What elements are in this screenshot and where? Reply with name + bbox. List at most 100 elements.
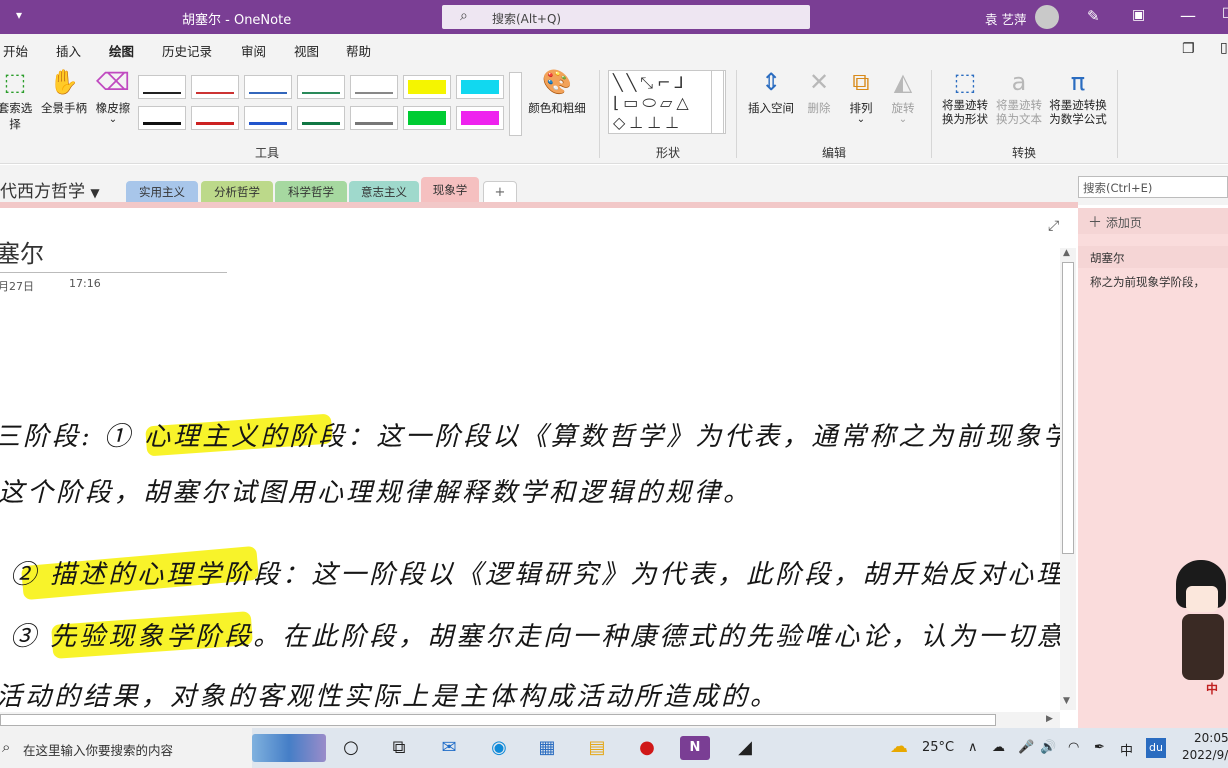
scroll-right-icon[interactable]: ▶ bbox=[1046, 714, 1053, 724]
ink-to-math-button[interactable]: π 将墨迹转换为数学公式 bbox=[1046, 68, 1110, 126]
mail-icon[interactable]: ✉ bbox=[436, 736, 462, 760]
taskbar-search[interactable]: ⌕ 在这里输入你要搜索的内容 bbox=[0, 728, 326, 768]
weather-temp[interactable]: 25°C bbox=[922, 740, 954, 755]
pen-tray-icon[interactable]: ✒ bbox=[1094, 740, 1105, 755]
volume-icon[interactable]: 🔊 bbox=[1040, 740, 1056, 755]
section-tab-analytic[interactable]: 分析哲学 bbox=[201, 181, 273, 203]
rotate-dropdown-icon: ⌄ bbox=[898, 114, 908, 125]
add-section-button[interactable]: + bbox=[483, 181, 517, 203]
eraser-button[interactable]: ⌫ 橡皮擦 ⌄ bbox=[92, 68, 134, 125]
quick-access-dropdown-icon[interactable]: ▾ bbox=[16, 8, 22, 22]
more-icon[interactable]: ▯ bbox=[1220, 40, 1228, 56]
user-name[interactable]: 袁 艺萍 bbox=[985, 9, 1026, 28]
vertical-scroll-thumb[interactable] bbox=[1062, 262, 1074, 554]
pen-black-thin[interactable] bbox=[138, 75, 186, 99]
pen-green-thin[interactable] bbox=[297, 75, 345, 99]
app-icon[interactable]: ◢ bbox=[732, 736, 758, 760]
microphone-icon[interactable]: 🎤 bbox=[1018, 740, 1034, 755]
ink-to-shape-button[interactable]: ⬚ 将墨迹转换为形状 bbox=[938, 68, 992, 126]
tray-expand-icon[interactable]: ∧ bbox=[968, 740, 978, 755]
page-list-item-preview[interactable]: 称之为前现象学阶段， bbox=[1078, 270, 1228, 292]
search-box[interactable]: ⌕ 搜索(Alt+Q) bbox=[442, 5, 810, 29]
page-canvas[interactable]: 塞尔 月27日 17:16 ⤢ 三阶段: ① 心理主义的阶段：这一阶段以《算数哲… bbox=[0, 208, 1060, 728]
tab-insert[interactable]: 插入 bbox=[56, 41, 81, 60]
tab-home[interactable]: 开始 bbox=[3, 41, 28, 60]
onedrive-icon[interactable]: ☁ bbox=[992, 740, 1005, 755]
pen-icon[interactable]: ✎ bbox=[1087, 7, 1100, 25]
wifi-icon[interactable]: ◠ bbox=[1068, 740, 1079, 755]
avatar[interactable] bbox=[1035, 5, 1059, 29]
pen-black-thick[interactable] bbox=[138, 106, 186, 130]
scroll-up-icon[interactable]: ▲ bbox=[1063, 248, 1070, 258]
shapes-gallery-scroll[interactable] bbox=[711, 70, 724, 134]
pen-blue-thick[interactable] bbox=[244, 106, 292, 130]
ime-indicator[interactable]: 中 bbox=[1120, 740, 1133, 759]
pen-gray-thick[interactable] bbox=[350, 106, 398, 130]
insert-space-button[interactable]: ⇕ 插入空间 bbox=[744, 68, 798, 116]
color-thickness-button[interactable]: 🎨 颜色和粗细 bbox=[524, 68, 590, 116]
pen-green-thick[interactable] bbox=[297, 106, 345, 130]
rotate-button[interactable]: ◭ 旋转 ⌄ bbox=[882, 68, 924, 125]
add-page-button[interactable]: ＋ 添加页 bbox=[1078, 208, 1228, 234]
edge-icon[interactable]: ◉ bbox=[486, 736, 512, 760]
expand-icon[interactable]: ⤢ bbox=[1048, 218, 1059, 234]
shapes-gallery[interactable]: ╲╲⤡⌐⅃ ⌊▭⬭▱△ ◇⊥⊥⊥ bbox=[608, 70, 726, 134]
highlighter-magenta[interactable] bbox=[456, 106, 504, 130]
plus-icon: ＋ bbox=[1088, 215, 1102, 231]
tab-draw[interactable]: 绘图 bbox=[109, 41, 135, 66]
store-icon[interactable]: ▦ bbox=[534, 736, 560, 760]
scroll-down-icon[interactable]: ▼ bbox=[1063, 696, 1070, 706]
palette-icon: 🎨 bbox=[542, 68, 572, 96]
minimize-icon[interactable]: — bbox=[1180, 6, 1196, 25]
clock-date[interactable]: 2022/9/ bbox=[1182, 748, 1228, 762]
horizontal-scrollbar[interactable]: ▶ bbox=[0, 712, 1060, 728]
weather-icon[interactable]: ☁ bbox=[890, 736, 908, 757]
lasso-select-button[interactable]: ⬚ 套索选择 bbox=[0, 68, 36, 132]
pan-hand-button[interactable]: ✋ 全景手柄 bbox=[38, 68, 90, 116]
pen-gallery-scroll[interactable] bbox=[509, 72, 522, 136]
section-tab-science[interactable]: 科学哲学 bbox=[275, 181, 347, 203]
section-tab-pragmatism[interactable]: 实用主义 bbox=[126, 181, 198, 203]
section-tab-phenomenology[interactable]: 现象学 bbox=[421, 177, 479, 203]
arrange-button[interactable]: ⧉ 排列 ⌄ bbox=[840, 68, 882, 125]
highlighter-green[interactable] bbox=[403, 106, 451, 130]
ink-line[interactable]: 活动的结果，对象的客观性实际上是主体构成活动所造成的。 bbox=[0, 676, 779, 713]
onenote-icon[interactable]: N bbox=[680, 736, 710, 760]
page-title[interactable]: 塞尔 bbox=[0, 234, 44, 269]
ink-line[interactable]: ③ 先验现象学阶段。在此阶段，胡塞尔走向一种康德式的先验唯心论，认为一切意识活动 bbox=[10, 616, 1060, 653]
highlighter-yellow[interactable] bbox=[403, 75, 451, 99]
ribbon-display-icon[interactable]: ▣ bbox=[1132, 7, 1145, 23]
tab-review[interactable]: 审阅 bbox=[241, 41, 266, 60]
insert-space-icon: ⇕ bbox=[760, 68, 782, 96]
tab-help[interactable]: 帮助 bbox=[346, 41, 371, 60]
section-group-name[interactable]: 代西方哲学 ▼ bbox=[0, 177, 100, 202]
baidu-ime-icon[interactable]: du bbox=[1146, 738, 1166, 758]
notebook-panel-icon[interactable]: ❐ bbox=[1182, 41, 1195, 57]
ink-line[interactable]: 三阶段: ① 心理主义的阶段：这一阶段以《算数哲学》为代表，通常称之为前现象学阶 bbox=[0, 416, 1060, 453]
pages-pane: ＋ 添加页 胡塞尔 称之为前现象学阶段， 中 bbox=[1078, 208, 1228, 728]
horizontal-scroll-thumb[interactable] bbox=[0, 714, 996, 726]
maximize-icon[interactable]: ☐ bbox=[1222, 6, 1228, 22]
ink-line[interactable]: 这个阶段，胡塞尔试图用心理规律解释数学和逻辑的规律。 bbox=[0, 472, 752, 509]
ink-to-text-button[interactable]: a 将墨迹转换为文本 bbox=[992, 68, 1046, 126]
tab-history[interactable]: 历史记录 bbox=[162, 41, 212, 60]
notebook-search-input[interactable]: 搜索(Ctrl+E) bbox=[1078, 176, 1228, 198]
pen-gray-thin[interactable] bbox=[350, 75, 398, 99]
widgets-icon[interactable]: ⧉ bbox=[386, 736, 412, 760]
pen-blue-thin[interactable] bbox=[244, 75, 292, 99]
vertical-scrollbar[interactable]: ▲ ▼ bbox=[1060, 248, 1076, 710]
record-icon[interactable]: ● bbox=[634, 736, 660, 760]
shapes-lines-icon: ╲╲⤡⌐⅃ bbox=[613, 73, 688, 92]
section-tab-voluntarism[interactable]: 意志主义 bbox=[349, 181, 419, 203]
page-list-item[interactable]: 胡塞尔 bbox=[1078, 246, 1228, 268]
tab-view[interactable]: 视图 bbox=[294, 41, 319, 60]
ink-line[interactable]: ② 描述的心理学阶段：这一阶段以《逻辑研究》为代表，此阶段，胡开始反对心理主义. bbox=[10, 554, 1060, 591]
clock-time[interactable]: 20:05 bbox=[1194, 731, 1228, 745]
pen-red-thick[interactable] bbox=[191, 106, 239, 130]
highlighter-cyan[interactable] bbox=[456, 75, 504, 99]
delete-button[interactable]: ✕ 删除 bbox=[800, 68, 838, 116]
pen-red-thin[interactable] bbox=[191, 75, 239, 99]
file-explorer-icon[interactable]: ▤ bbox=[584, 736, 610, 760]
task-view-icon[interactable]: ○ bbox=[338, 736, 364, 760]
ribbon-separator bbox=[599, 70, 600, 158]
